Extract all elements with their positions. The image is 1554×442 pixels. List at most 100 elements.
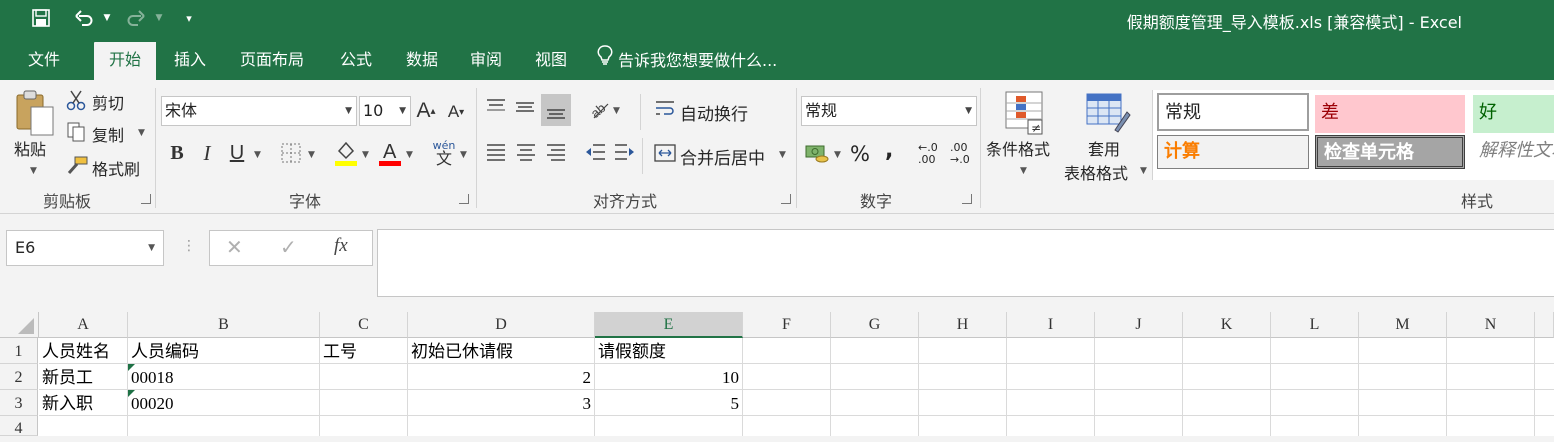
insert-function-icon[interactable]: fx: [334, 235, 348, 257]
decrease-indent-icon[interactable]: [582, 140, 608, 164]
column-header-a[interactable]: A: [39, 312, 128, 338]
tab-insert[interactable]: 插入: [160, 42, 220, 80]
conditional-dropdown-icon[interactable]: ▼: [1020, 166, 1027, 176]
wrap-text-button[interactable]: 自动换行: [680, 100, 748, 125]
style-bad[interactable]: 差: [1315, 95, 1465, 133]
align-center-icon[interactable]: [514, 140, 538, 164]
row-header-1[interactable]: 1: [0, 338, 38, 364]
tab-file[interactable]: 文件: [14, 42, 74, 80]
tab-view[interactable]: 视图: [521, 42, 581, 80]
style-check-cell[interactable]: 检查单元格: [1315, 135, 1465, 169]
currency-icon[interactable]: [803, 140, 831, 166]
clipboard-launcher-icon[interactable]: [141, 194, 151, 204]
borders-icon[interactable]: [278, 140, 304, 166]
percent-button[interactable]: %: [850, 142, 870, 166]
currency-dropdown-icon[interactable]: ▼: [834, 150, 841, 160]
column-header-h[interactable]: H: [919, 312, 1007, 338]
font-color-dropdown-icon[interactable]: ▼: [406, 150, 413, 160]
column-header-c[interactable]: C: [320, 312, 408, 338]
cut-button[interactable]: 剪切: [92, 90, 124, 114]
row-header-2[interactable]: 2: [0, 364, 38, 390]
comma-button[interactable]: ,: [885, 138, 893, 163]
column-header-b[interactable]: B: [128, 312, 320, 338]
style-explanatory[interactable]: 解释性文本: [1473, 135, 1554, 169]
column-header-d[interactable]: D: [408, 312, 595, 338]
decrease-font-icon[interactable]: A ▾: [444, 100, 468, 124]
tab-home[interactable]: 开始: [94, 42, 156, 80]
underline-icon[interactable]: U: [226, 140, 248, 166]
font-name-select[interactable]: 宋体 ▼: [161, 96, 357, 126]
column-header-m[interactable]: M: [1359, 312, 1447, 338]
copy-dropdown-icon[interactable]: ▼: [138, 128, 145, 138]
format-painter-button[interactable]: 格式刷: [92, 156, 140, 180]
phonetic-icon[interactable]: wén 文: [430, 138, 458, 168]
font-color-icon[interactable]: A: [376, 138, 404, 168]
fill-color-icon[interactable]: [332, 138, 360, 168]
save-icon[interactable]: [28, 5, 54, 31]
row-header-4[interactable]: 4: [0, 416, 38, 437]
column-header-i[interactable]: I: [1007, 312, 1095, 338]
name-box[interactable]: E6 ▼: [6, 230, 164, 266]
italic-icon[interactable]: I: [196, 140, 218, 166]
align-right-icon[interactable]: [544, 140, 568, 164]
phonetic-dropdown-icon[interactable]: ▼: [460, 150, 467, 160]
tab-page-layout[interactable]: 页面布局: [228, 42, 316, 80]
tab-review[interactable]: 审阅: [456, 42, 516, 80]
alignment-launcher-icon[interactable]: [781, 194, 791, 204]
increase-decimal-button[interactable]: ←.0 .00: [918, 142, 946, 166]
undo-dropdown-icon[interactable]: ▼: [100, 5, 114, 31]
underline-dropdown-icon[interactable]: ▼: [254, 150, 261, 160]
increase-font-icon[interactable]: A ▴: [414, 98, 438, 124]
redo-dropdown-icon[interactable]: ▼: [152, 5, 166, 31]
orientation-dropdown-icon[interactable]: ▼: [613, 106, 620, 116]
align-top-icon[interactable]: [483, 94, 509, 120]
enter-icon[interactable]: ✓: [280, 235, 297, 259]
paste-label[interactable]: 粘贴: [14, 136, 46, 160]
align-bottom-icon[interactable]: [541, 94, 571, 126]
merge-center-button[interactable]: 合并后居中: [680, 144, 765, 169]
column-header-partial[interactable]: [1535, 312, 1554, 338]
undo-icon[interactable]: [72, 5, 96, 31]
customize-qat-icon[interactable]: ▾: [180, 5, 198, 31]
align-left-icon[interactable]: [484, 140, 508, 164]
row-header-3[interactable]: 3: [0, 390, 38, 416]
merge-dropdown-icon[interactable]: ▼: [779, 150, 786, 160]
tab-formulas[interactable]: 公式: [326, 42, 386, 80]
align-middle-icon[interactable]: [512, 94, 538, 120]
divider: [640, 94, 641, 130]
copy-button[interactable]: 复制: [92, 122, 124, 146]
orientation-icon[interactable]: ab: [586, 96, 612, 122]
table-format-label-2[interactable]: 表格格式: [1064, 160, 1128, 184]
column-header-l[interactable]: L: [1271, 312, 1359, 338]
tell-me-box[interactable]: 告诉我您想要做什么...: [596, 42, 777, 80]
column-header-e[interactable]: E: [595, 312, 743, 338]
paste-dropdown-icon[interactable]: ▼: [30, 166, 37, 176]
bold-icon[interactable]: B: [166, 140, 188, 166]
cancel-icon[interactable]: ✕: [226, 235, 243, 259]
number-format-select[interactable]: 常规 ▼: [801, 96, 977, 126]
tab-data[interactable]: 数据: [392, 42, 452, 80]
column-header-n[interactable]: N: [1447, 312, 1535, 338]
column-header-g[interactable]: G: [831, 312, 919, 338]
select-all-button[interactable]: [0, 312, 39, 338]
formula-input[interactable]: [377, 229, 1554, 297]
paste-icon[interactable]: [12, 88, 58, 138]
table-format-label-1[interactable]: 套用: [1088, 136, 1120, 160]
style-normal[interactable]: 常规: [1157, 93, 1309, 131]
column-header-f[interactable]: F: [743, 312, 831, 338]
column-header-j[interactable]: J: [1095, 312, 1183, 338]
splitter-handle-icon[interactable]: ⋮: [182, 238, 196, 254]
style-calculation[interactable]: 计算: [1157, 135, 1309, 169]
column-header-k[interactable]: K: [1183, 312, 1271, 338]
fill-color-dropdown-icon[interactable]: ▼: [362, 150, 369, 160]
number-launcher-icon[interactable]: [962, 194, 972, 204]
redo-icon[interactable]: [124, 5, 148, 31]
borders-dropdown-icon[interactable]: ▼: [308, 150, 315, 160]
font-launcher-icon[interactable]: [459, 194, 469, 204]
increase-indent-icon[interactable]: [612, 140, 638, 164]
decrease-decimal-button[interactable]: .00 →.0: [950, 142, 978, 166]
font-size-select[interactable]: 10 ▼: [359, 96, 411, 126]
table-format-dropdown-icon[interactable]: ▼: [1140, 166, 1147, 176]
conditional-format-button[interactable]: 条件格式: [986, 136, 1050, 160]
style-good[interactable]: 好: [1473, 95, 1554, 133]
